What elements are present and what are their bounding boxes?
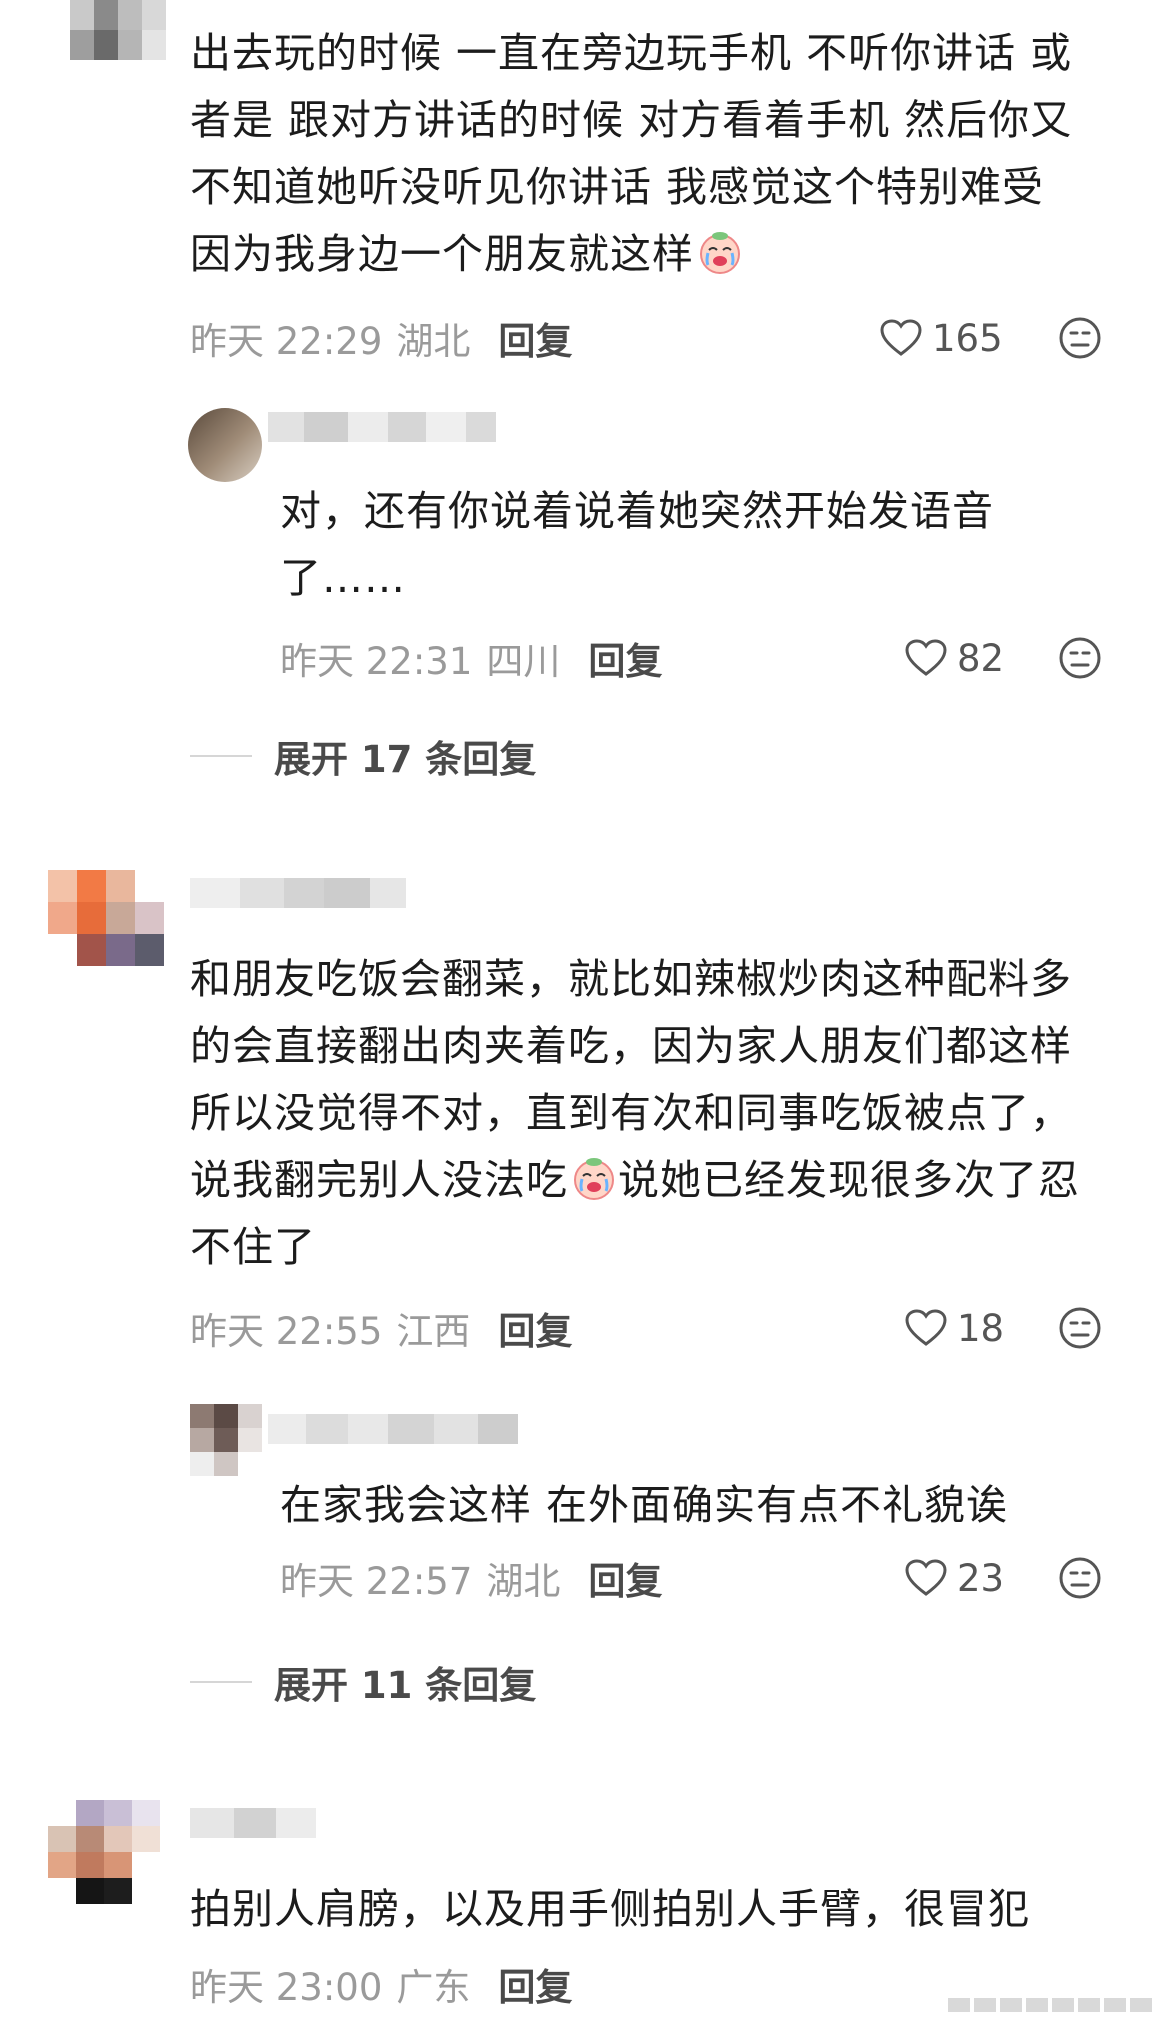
heart-outline-icon <box>905 639 947 676</box>
avatar[interactable] <box>70 0 166 60</box>
like-count: 23 <box>957 1556 1005 1600</box>
timestamp: 昨天 22:29 <box>190 320 383 363</box>
like-count: 165 <box>932 316 1003 360</box>
reply-button[interactable]: 回复 <box>588 631 662 685</box>
timestamp: 昨天 22:55 <box>190 1310 383 1353</box>
crying-face-emoji <box>574 1158 614 1200</box>
reply-text: 在家我会这样 在外面确实有点不礼貌诶 <box>280 1481 1009 1529</box>
neutral-face-icon[interactable] <box>1058 1556 1102 1600</box>
comment-text: 拍别人肩膀，以及用手侧拍别人手臂，很冒犯 <box>190 1885 1030 1933</box>
expand-replies-button[interactable]: 展开 17 条回复 <box>190 730 536 782</box>
username-blurred <box>190 1808 316 1838</box>
heart-outline-icon <box>880 319 922 356</box>
comment-meta: 昨天 23:00 广东 回复 <box>190 1958 572 2010</box>
comment-text: 和朋友吃饭会翻菜，就比如辣椒炒肉这种配料多 的会直接翻出肉夹着吃，因为家人朋友们… <box>190 955 1080 1271</box>
location: 湖北 <box>486 1560 561 1603</box>
neutral-face-icon[interactable] <box>1058 316 1102 360</box>
username-blurred <box>190 878 406 908</box>
neutral-face-icon[interactable] <box>1058 1306 1102 1350</box>
avatar[interactable] <box>48 1800 160 1904</box>
reply-meta: 昨天 22:57 湖北 回复 <box>280 1552 662 1604</box>
like-button[interactable]: 165 <box>880 312 1003 364</box>
divider <box>190 755 252 757</box>
location: 广东 <box>396 1966 471 2009</box>
like-count: 18 <box>957 1306 1005 1350</box>
reply-avatar[interactable] <box>190 1404 262 1476</box>
like-button[interactable]: 23 <box>905 1552 1004 1604</box>
timestamp: 昨天 23:00 <box>190 1966 383 2009</box>
expand-replies-button[interactable]: 展开 11 条回复 <box>190 1656 536 1708</box>
reply-button[interactable]: 回复 <box>498 1301 572 1355</box>
timestamp: 昨天 22:31 <box>280 640 473 683</box>
location: 四川 <box>486 640 561 683</box>
comment-text: 出去玩的时候 一直在旁边玩手机 不听你讲话 或 者是 跟对方讲话的时候 对方看着… <box>190 29 1073 278</box>
reply-button[interactable]: 回复 <box>498 1957 572 2011</box>
timestamp: 昨天 22:57 <box>280 1560 473 1603</box>
neutral-face-icon[interactable] <box>1058 636 1102 680</box>
reply-text: 对，还有你说着说着她突然开始发语音 了…… <box>280 487 994 602</box>
heart-outline-icon <box>905 1309 947 1346</box>
divider <box>190 1681 252 1683</box>
like-count: 82 <box>957 636 1005 680</box>
like-button[interactable]: 82 <box>905 632 1004 684</box>
username-blurred <box>268 1414 518 1444</box>
crying-face-emoji <box>700 232 740 274</box>
comment-meta: 昨天 22:29 湖北 回复 <box>190 312 572 364</box>
reply-button[interactable]: 回复 <box>588 1551 662 1605</box>
expand-replies-label: 展开 17 条回复 <box>274 738 537 781</box>
reply-button[interactable]: 回复 <box>498 311 572 365</box>
expand-replies-label: 展开 11 条回复 <box>274 1664 537 1707</box>
location: 湖北 <box>396 320 471 363</box>
avatar[interactable] <box>48 870 164 966</box>
username-blurred <box>268 412 496 442</box>
comment-meta: 昨天 22:55 江西 回复 <box>190 1302 572 1354</box>
reply-meta: 昨天 22:31 四川 回复 <box>280 632 662 684</box>
location: 江西 <box>396 1310 471 1353</box>
watermark <box>948 1998 1152 2012</box>
heart-outline-icon <box>905 1559 947 1596</box>
like-button[interactable]: 18 <box>905 1302 1004 1354</box>
reply-avatar[interactable] <box>188 408 262 482</box>
